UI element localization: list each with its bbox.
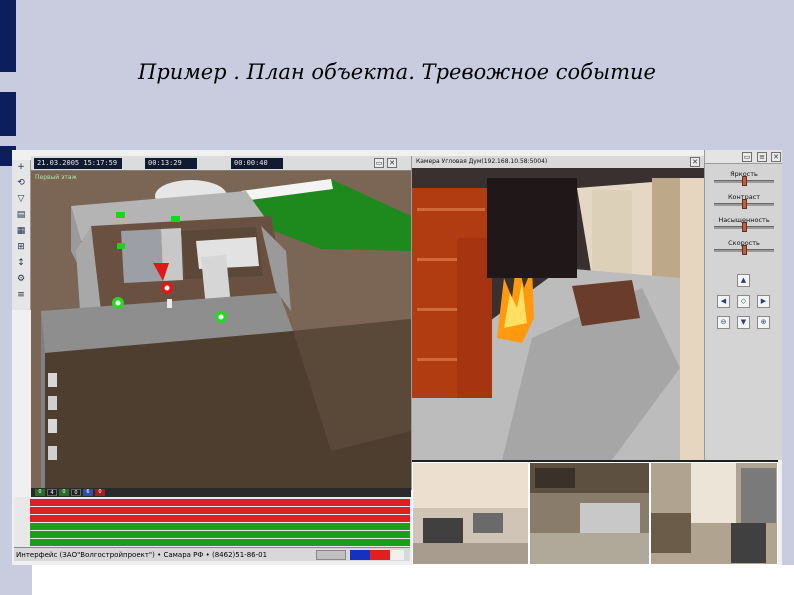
camera-thumbnail[interactable] [412, 462, 529, 565]
counter-chip: 0 [35, 489, 45, 496]
camera-thumbnail[interactable] [650, 462, 778, 565]
camera-thumbnails [412, 460, 778, 565]
close-button[interactable]: ✕ [387, 158, 397, 168]
control-panel-header: ▭ ≡ ✕ [705, 150, 782, 164]
timer-display: 00:00:40 [231, 158, 283, 169]
plan-3d-render[interactable] [31, 171, 411, 490]
main-camera-view[interactable]: Камера Угловая Дум(192.168.10.58:5004) ✕ [412, 156, 704, 460]
list-icon[interactable]: ≡ [15, 290, 27, 300]
counter-chip: 4 [47, 489, 57, 496]
slide-title: Пример . План объекта. Тревожное событие [138, 60, 656, 84]
timer-display: 00:13:29 [145, 158, 197, 169]
speed-slider[interactable]: Скорость [711, 239, 777, 259]
tree-icon[interactable]: ⊞ [15, 242, 27, 252]
pan-right-button[interactable]: ▶ [757, 295, 770, 308]
slide-bottom-area [32, 565, 794, 595]
panel-list-button[interactable]: ≡ [757, 152, 767, 162]
slider-knob[interactable] [742, 176, 747, 186]
slider-knob[interactable] [742, 199, 747, 209]
event-row[interactable] [30, 531, 410, 538]
camera-close-button[interactable]: ✕ [690, 157, 700, 167]
zoom-out-button[interactable]: ⊖ [717, 316, 730, 329]
pan-down-button[interactable]: ▼ [737, 316, 750, 329]
datetime-display: 21.03.2005 15:17:59 [34, 158, 122, 169]
contrast-slider[interactable]: Контраст [711, 193, 777, 213]
clipboard-icon[interactable] [316, 550, 346, 560]
zoom-in-icon[interactable]: + [15, 162, 27, 172]
event-row[interactable] [30, 507, 410, 514]
rotate-icon[interactable]: ⟲ [15, 178, 27, 188]
counter-chip: 0 [59, 489, 69, 496]
panel-close-button[interactable]: ✕ [771, 152, 781, 162]
event-row[interactable] [30, 515, 410, 522]
saturation-slider[interactable]: Насыщенность [711, 216, 777, 236]
pan-up-button[interactable]: ▲ [737, 274, 750, 287]
slider-knob[interactable] [742, 245, 747, 255]
filter-icon[interactable]: ▽ [15, 194, 27, 204]
settings-icon[interactable]: ⚙ [15, 274, 27, 284]
plan-header: 21.03.2005 15:17:59 00:13:29 00:00:40 ▭ … [31, 156, 411, 171]
brightness-slider[interactable]: Яркость [711, 170, 777, 190]
alarm-indicator [350, 550, 370, 560]
sensor-counter-bar: 0 4 0 0 6 0 [31, 488, 411, 497]
event-row[interactable] [30, 539, 410, 546]
camera-control-panel: ▭ ≡ ✕ Яркость Контраст Насыщенность Скор… [704, 150, 782, 460]
camera-thumbnail[interactable] [529, 462, 650, 565]
grid-icon[interactable]: ▦ [15, 226, 27, 236]
slider-knob[interactable] [742, 222, 747, 232]
counter-chip: 6 [83, 489, 93, 496]
monitoring-app-window: + ⟲ ▽ ▤ ▦ ⊞ ↕ ⚙ ≡ 21.03.2005 15:17:59 00… [12, 150, 782, 565]
alarm-indicator [390, 550, 404, 560]
counter-chip: 0 [71, 489, 81, 496]
floor-label: Первый этаж [35, 174, 77, 181]
event-log [14, 497, 410, 547]
camera-title: Камера Угловая Дум(192.168.10.58:5004) [412, 156, 704, 168]
event-row[interactable] [30, 499, 410, 506]
event-row[interactable] [30, 523, 410, 530]
alarm-indicator [370, 550, 390, 560]
slide-decor-bar [0, 0, 16, 72]
counter-chip: 0 [95, 489, 105, 496]
panel-restore-button[interactable]: ▭ [742, 152, 752, 162]
company-info: Интерфейс (ЗАО"Волгостройпроект") • Сама… [16, 551, 268, 559]
zoom-in-button[interactable]: ⊕ [757, 316, 770, 329]
camera-feed-image[interactable] [412, 168, 704, 460]
pan-left-button[interactable]: ◀ [717, 295, 730, 308]
layer-icon[interactable]: ▤ [15, 210, 27, 220]
pan-home-button[interactable]: ◇ [737, 295, 750, 308]
slide-decor-bar [0, 92, 16, 136]
left-toolbar: + ⟲ ▽ ▤ ▦ ⊞ ↕ ⚙ ≡ [12, 160, 31, 310]
minimize-button[interactable]: ▭ [374, 158, 384, 168]
building-plan-view[interactable]: 21.03.2005 15:17:59 00:13:29 00:00:40 ▭ … [31, 156, 411, 490]
pan-icon[interactable]: ↕ [15, 258, 27, 268]
status-bar: Интерфейс (ЗАО"Волгостройпроект") • Сама… [14, 547, 410, 561]
